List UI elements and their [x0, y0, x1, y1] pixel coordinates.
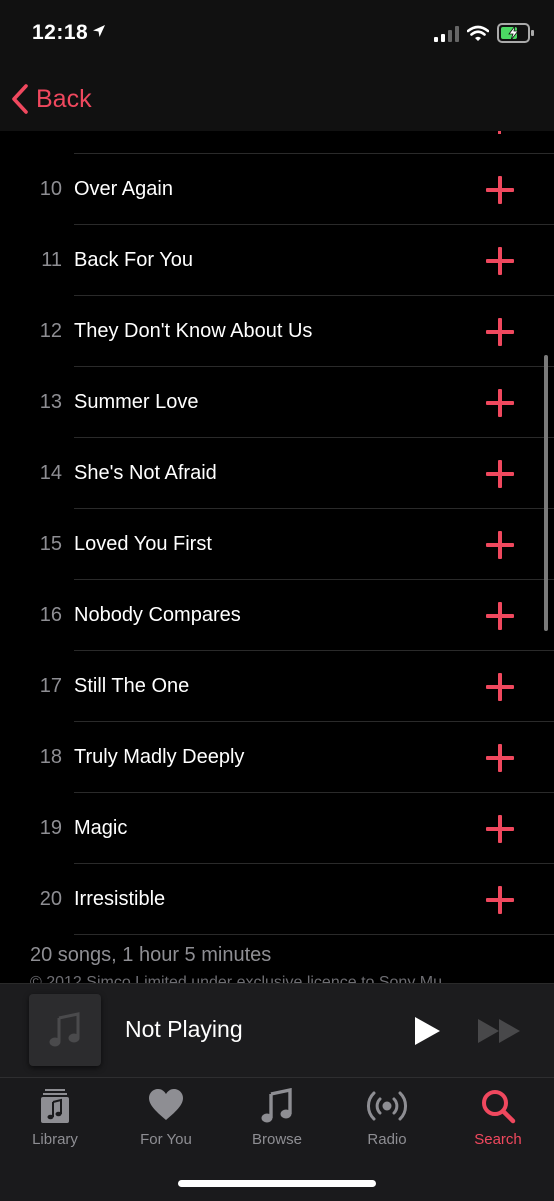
- tab-browse[interactable]: Browse: [222, 1078, 332, 1158]
- status-time: 12:18: [32, 21, 89, 44]
- add-plus-icon[interactable]: [486, 389, 514, 417]
- mini-player[interactable]: Not Playing: [0, 983, 554, 1078]
- track-title: Still The One: [74, 675, 190, 697]
- track-title: Truly Madly Deeply: [74, 746, 245, 768]
- fast-forward-button[interactable]: [476, 1018, 524, 1049]
- track-title: She's Not Afraid: [74, 462, 217, 484]
- track-title: Magic: [74, 817, 128, 839]
- tab-radio[interactable]: Radio: [332, 1078, 442, 1158]
- music-note-icon: [261, 1088, 292, 1123]
- navigation-bar: Back: [0, 70, 554, 132]
- track-number: 15: [39, 533, 62, 555]
- back-button-label: Back: [36, 84, 92, 113]
- track-title: Summer Love: [74, 391, 199, 413]
- track-title: Irresistible: [74, 888, 166, 910]
- album-summary: 20 songs, 1 hour 5 minutes: [30, 944, 272, 966]
- add-plus-icon[interactable]: [486, 531, 514, 559]
- track-list[interactable]: 10 Over Again 11 Back For You 12 They Do…: [0, 131, 554, 983]
- track-row[interactable]: 13 Summer Love: [0, 367, 554, 438]
- track-number: 19: [39, 817, 62, 839]
- status-bar: 12:18: [0, 0, 554, 70]
- play-icon: [415, 1017, 440, 1045]
- album-copyright: © 2012 Simco Limited under exclusive lic…: [30, 974, 442, 983]
- partial-track-row: [0, 131, 554, 154]
- add-plus-icon[interactable]: [486, 602, 514, 630]
- track-number: 11: [41, 249, 62, 271]
- track-row[interactable]: 16 Nobody Compares: [0, 580, 554, 651]
- tab-for-you[interactable]: For You: [111, 1078, 221, 1158]
- heart-icon: [149, 1089, 183, 1120]
- tab-search[interactable]: Search: [443, 1078, 553, 1158]
- add-plus-icon[interactable]: [486, 176, 514, 204]
- track-row[interactable]: 15 Loved You First: [0, 509, 554, 580]
- track-row[interactable]: 20 Irresistible: [0, 864, 554, 935]
- track-title: Loved You First: [74, 533, 212, 555]
- track-title: Back For You: [74, 249, 193, 271]
- home-indicator[interactable]: [178, 1180, 376, 1187]
- track-title: Nobody Compares: [74, 604, 241, 626]
- tab-label: Browse: [251, 1131, 303, 1148]
- track-row[interactable]: 10 Over Again: [0, 154, 554, 225]
- play-button[interactable]: [412, 1015, 442, 1052]
- add-plus-icon[interactable]: [486, 886, 514, 914]
- track-row[interactable]: 14 She's Not Afraid: [0, 438, 554, 509]
- track-row[interactable]: 18 Truly Madly Deeply: [0, 722, 554, 793]
- fast-forward-icon: [478, 1019, 520, 1043]
- add-plus-icon[interactable]: [486, 815, 514, 843]
- now-playing-title: Not Playing: [125, 1016, 243, 1042]
- track-row[interactable]: 12 They Don't Know About Us: [0, 296, 554, 367]
- tab-label: For You: [140, 1131, 192, 1148]
- tab-label: Radio: [367, 1131, 407, 1148]
- track-title: They Don't Know About Us: [74, 320, 313, 342]
- add-plus-icon[interactable]: [486, 673, 514, 701]
- add-plus-icon[interactable]: [486, 318, 514, 346]
- track-title: Over Again: [74, 178, 173, 200]
- wifi-icon: [466, 25, 490, 47]
- album-artwork-placeholder: [29, 994, 101, 1066]
- scrollbar[interactable]: [544, 355, 548, 631]
- battery-charging-icon: [497, 23, 535, 48]
- cellular-signal-icon: [434, 26, 460, 47]
- track-number: 14: [39, 462, 62, 484]
- back-button[interactable]: Back: [10, 82, 92, 116]
- track-number: 20: [39, 888, 62, 910]
- track-number: 16: [39, 604, 62, 626]
- tab-label: Library: [32, 1131, 78, 1148]
- add-plus-icon[interactable]: [486, 247, 514, 275]
- track-number: 13: [39, 391, 62, 413]
- track-row[interactable]: 17 Still The One: [0, 651, 554, 722]
- add-plus-icon[interactable]: [486, 744, 514, 772]
- chevron-left-icon: [12, 84, 28, 114]
- location-arrow-icon: [92, 24, 106, 43]
- track-number: 18: [39, 746, 62, 768]
- tab-label: Search: [474, 1131, 522, 1148]
- tab-library[interactable]: Library: [0, 1078, 110, 1158]
- track-row[interactable]: 19 Magic: [0, 793, 554, 864]
- radio-icon: [367, 1091, 407, 1121]
- track-number: 10: [39, 178, 62, 200]
- track-number: 12: [39, 320, 62, 342]
- track-number: 17: [39, 675, 62, 697]
- track-row[interactable]: 11 Back For You: [0, 225, 554, 296]
- add-plus-icon[interactable]: [486, 460, 514, 488]
- library-icon: [41, 1089, 69, 1123]
- music-note-icon: [49, 1012, 80, 1047]
- search-icon: [482, 1090, 516, 1124]
